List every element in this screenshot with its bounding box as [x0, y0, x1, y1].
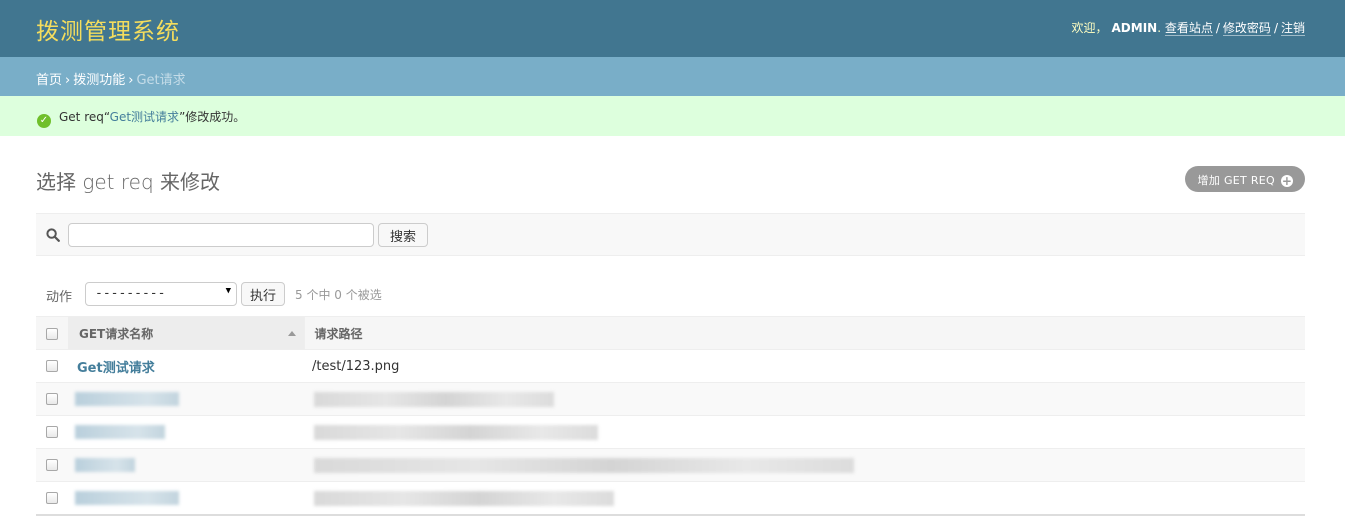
- table-row: [36, 382, 1305, 416]
- row-checkbox-cell: [36, 415, 68, 449]
- message-suffix: ”修改成功。: [179, 110, 246, 124]
- separator: /: [1215, 21, 1220, 35]
- column-header-label: 请求路径: [314, 326, 363, 341]
- result-list-table: GET请求名称 请求路径 Get测试请求 /test/123.png: [36, 316, 1305, 515]
- table-row: [36, 481, 1305, 515]
- table-header-row: GET请求名称 请求路径: [36, 316, 1305, 350]
- header: 拨测管理系统 欢迎， ADMIN. 查看站点 / 修改密码 / 注销: [0, 0, 1345, 57]
- breadcrumb-app[interactable]: 拨测功能: [73, 73, 125, 88]
- row-checkbox[interactable]: [46, 393, 58, 405]
- row-checkbox[interactable]: [46, 426, 58, 438]
- redacted-path: [314, 457, 854, 473]
- path-cell: [304, 481, 1305, 515]
- redacted-name-link[interactable]: [75, 491, 179, 505]
- row-name-link[interactable]: Get测试请求: [77, 361, 155, 376]
- welcome-text: 欢迎，: [1071, 21, 1108, 35]
- column-header-label: GET请求名称: [79, 326, 154, 341]
- separator: /: [1273, 21, 1278, 35]
- path-cell: [304, 448, 1305, 482]
- row-checkbox[interactable]: [46, 492, 58, 504]
- row-checkbox[interactable]: [46, 459, 58, 471]
- row-checkbox-cell: [36, 481, 68, 515]
- check-circle-icon: ✓: [37, 114, 51, 128]
- breadcrumb-home[interactable]: 首页: [36, 73, 62, 88]
- select-all-checkbox[interactable]: [46, 327, 58, 340]
- add-button-label: 增加 GET REQ: [1197, 174, 1275, 187]
- change-password-link[interactable]: 修改密码: [1222, 21, 1271, 36]
- name-cell: [68, 382, 304, 416]
- site-title[interactable]: 拨测管理系统: [36, 12, 180, 46]
- name-cell: [68, 448, 304, 482]
- path-cell: [304, 415, 1305, 449]
- row-checkbox[interactable]: [46, 360, 58, 372]
- name-cell: [68, 415, 304, 449]
- selection-counter: 5 个中 0 个被选: [295, 288, 382, 302]
- redacted-name-link[interactable]: [75, 458, 135, 472]
- action-select[interactable]: --------- ▼: [85, 282, 237, 306]
- success-message: ✓ Get req“Get测试请求”修改成功。: [0, 96, 1345, 136]
- actions-bar: 动作 --------- ▼ 执行 5 个中 0 个被选: [36, 282, 1305, 306]
- row-checkbox-cell: [36, 349, 68, 383]
- breadcrumb-separator: ›: [128, 73, 134, 88]
- row-checkbox-cell: [36, 382, 68, 416]
- execute-button[interactable]: 执行: [241, 282, 285, 306]
- column-header-path[interactable]: 请求路径: [304, 316, 1305, 350]
- table-row: Get测试请求 /test/123.png: [36, 349, 1305, 383]
- logout-link[interactable]: 注销: [1280, 21, 1305, 36]
- breadcrumb: 首页 › 拨测功能 › Get请求: [0, 57, 1345, 96]
- add-get-req-button[interactable]: 增加 GET REQ +: [1184, 166, 1305, 192]
- plus-circle-icon: +: [1281, 174, 1293, 188]
- name-cell: [68, 481, 304, 515]
- search-input[interactable]: [68, 223, 374, 247]
- redacted-name-link[interactable]: [75, 392, 179, 406]
- redacted-name-link[interactable]: [75, 425, 165, 439]
- sort-ascending-icon[interactable]: [287, 331, 296, 336]
- search-icon: [46, 228, 60, 242]
- search-toolbar: 搜索: [36, 213, 1305, 256]
- table-bottom-border: [36, 514, 1305, 516]
- dropdown-arrow-icon: ▼: [225, 286, 231, 296]
- path-cell: /test/123.png: [304, 349, 1305, 383]
- redacted-path: [314, 490, 614, 506]
- breadcrumb-current: Get请求: [136, 73, 186, 88]
- search-button[interactable]: 搜索: [378, 223, 428, 247]
- message-prefix: Get req“: [59, 110, 110, 124]
- message-object-link[interactable]: Get测试请求: [110, 110, 179, 124]
- select-all-header: [36, 316, 68, 350]
- username: ADMIN: [1111, 21, 1158, 35]
- table-row: [36, 448, 1305, 482]
- action-label: 动作: [46, 290, 73, 305]
- column-header-name[interactable]: GET请求名称: [68, 316, 305, 350]
- table-row: [36, 415, 1305, 449]
- breadcrumb-separator: ›: [65, 73, 71, 88]
- view-site-link[interactable]: 查看站点: [1164, 21, 1213, 36]
- name-cell: Get测试请求: [68, 349, 304, 383]
- page-title: 选择 get req 来修改: [36, 170, 221, 194]
- redacted-path: [314, 391, 554, 407]
- action-selected-option: ---------: [95, 286, 166, 301]
- row-checkbox-cell: [36, 448, 68, 482]
- user-tools: 欢迎， ADMIN. 查看站点 / 修改密码 / 注销: [1071, 21, 1305, 36]
- path-cell: [304, 382, 1305, 416]
- redacted-path: [314, 424, 598, 440]
